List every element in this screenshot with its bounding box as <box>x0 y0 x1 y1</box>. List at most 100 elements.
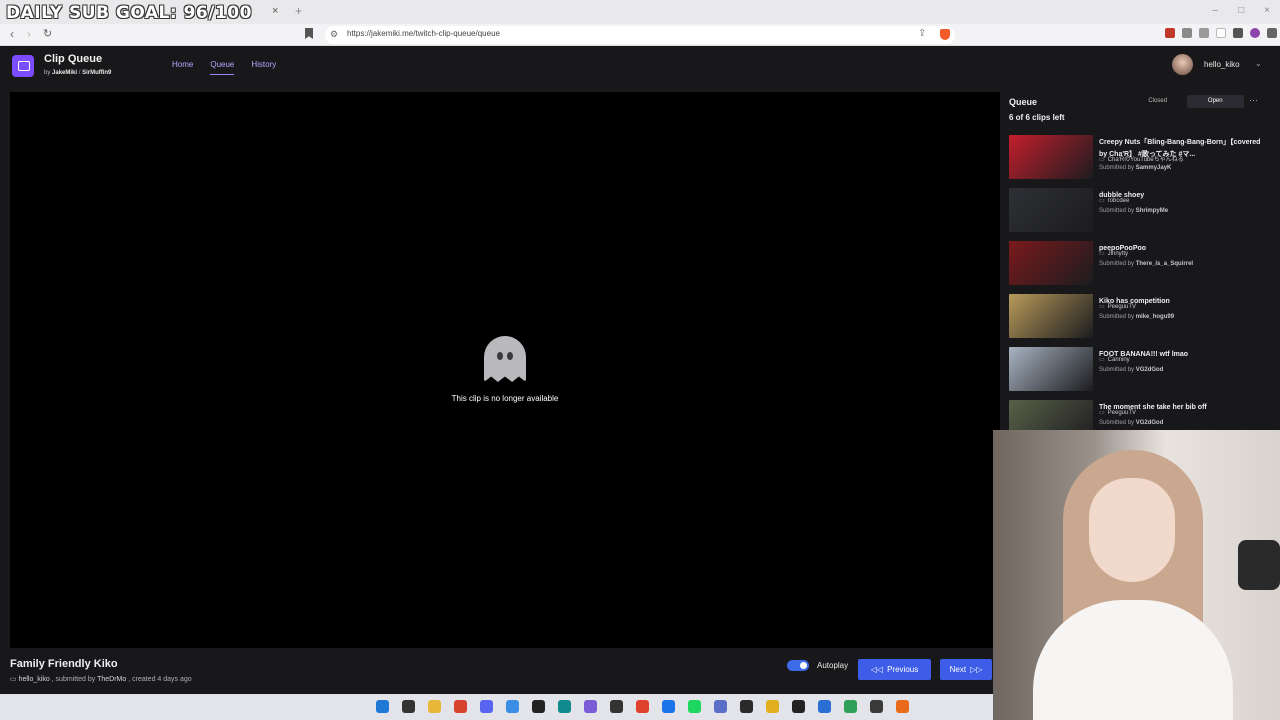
share-icon[interactable]: ⇪ <box>918 28 926 39</box>
nav-history[interactable]: History <box>251 60 276 75</box>
queue-open-button[interactable]: Open <box>1186 95 1244 108</box>
bookmark-icon[interactable] <box>305 28 313 39</box>
sidebar-icon[interactable] <box>1216 28 1226 38</box>
queue-item[interactable]: Creepy Nuts「Bling-Bang-Bang-Born」【covere… <box>1009 135 1271 188</box>
taskbar-app-icon[interactable] <box>610 700 623 713</box>
credit-author-sirmuffin[interactable]: SirMuffin9 <box>82 70 111 76</box>
clip-player[interactable]: This clip is no longer available <box>10 92 1000 648</box>
taskbar-app-icon[interactable] <box>870 700 883 713</box>
queue-state-toggle: Closed Open <box>1129 95 1244 108</box>
extensions-puzzle-icon[interactable] <box>1182 28 1192 38</box>
nav-home[interactable]: Home <box>172 60 193 75</box>
forward-icon[interactable]: › <box>27 27 31 41</box>
autoplay-toggle[interactable] <box>787 660 809 671</box>
queue-item-channel: ▭ Jinnytty <box>1099 251 1129 257</box>
queue-item-submitter: Submitted by VG2dGod <box>1099 420 1164 426</box>
queue-item-channel: ▭ robcdee <box>1099 198 1130 204</box>
taskbar-app-icon[interactable] <box>480 700 493 713</box>
autoplay-label: Autoplay <box>817 661 849 670</box>
extension-icons <box>1165 28 1277 38</box>
taskbar-app-icon[interactable] <box>402 700 415 713</box>
clip-queue-logo-icon[interactable] <box>12 55 34 77</box>
ghost-icon <box>484 336 526 382</box>
taskbar-app-icon[interactable] <box>558 700 571 713</box>
next-button[interactable]: Next ▷▷ <box>940 659 992 680</box>
site-info-icon[interactable]: ⚙ <box>330 29 338 40</box>
taskbar-app-icon[interactable] <box>896 700 909 713</box>
menu-icon[interactable] <box>1267 28 1277 38</box>
close-window-icon[interactable]: × <box>1264 5 1270 16</box>
nav-queue[interactable]: Queue <box>210 60 235 75</box>
brave-shields-icon[interactable] <box>940 29 950 40</box>
clip-title: Family Friendly Kiko <box>10 658 118 670</box>
submitted-by-label: , submitted by <box>51 676 96 683</box>
minimize-icon[interactable]: – <box>1213 5 1219 16</box>
taskbar-app-icon[interactable] <box>766 700 779 713</box>
reload-icon[interactable]: ↻ <box>43 27 52 40</box>
previous-label: Previous <box>887 665 919 674</box>
app-header: Clip Queue by JakeMiki / SirMuffin9 Home… <box>0 47 1280 85</box>
back-icon[interactable]: ‹ <box>10 27 14 41</box>
taskbar-app-icon[interactable] <box>506 700 519 713</box>
queue-item[interactable]: The moment she take her bib off ▭ PeeguuTV… <box>1009 400 1271 430</box>
credit-separator: / <box>78 70 81 76</box>
app-credit: by JakeMiki / SirMuffin9 <box>44 70 111 76</box>
queue-item[interactable]: peepoPooPoo ▭ Jinnytty Submitted by There_i… <box>1009 241 1271 294</box>
split-view-icon[interactable] <box>1233 28 1243 38</box>
queue-item-channel: ▭ PeeguuTV <box>1099 304 1137 310</box>
taskbar-app-icon[interactable] <box>688 700 701 713</box>
queue-item-submitter: Submitted by SammyJayK <box>1099 165 1172 171</box>
credit-author-jakemiki[interactable]: JakeMiki <box>52 70 77 76</box>
queue-item[interactable]: dubble shoey ▭ robcdee Submitted by Shrimpy… <box>1009 188 1271 241</box>
new-tab-icon[interactable]: + <box>295 4 302 18</box>
username[interactable]: hello_kiko <box>1204 60 1240 69</box>
extension-icon[interactable] <box>1165 28 1175 38</box>
previous-button[interactable]: ◁◁ Previous <box>858 659 931 680</box>
clip-unavailable-message: This clip is no longer available <box>451 394 559 403</box>
clip-meta: ▭ hello_kiko , submitted by TheDrMo , cr… <box>10 675 192 683</box>
clip-thumbnail[interactable] <box>1009 188 1093 232</box>
twitch-icon: ▭ <box>1099 251 1105 257</box>
clip-thumbnail[interactable] <box>1009 294 1093 338</box>
taskbar-app-icon[interactable] <box>636 700 649 713</box>
taskbar-app-icon[interactable] <box>662 700 675 713</box>
url-text[interactable]: https://jakemiki.me/twitch-clip-queue/qu… <box>347 29 500 38</box>
clips-left-count: 6 of 6 clips left <box>1009 113 1065 122</box>
twitch-icon: ▭ <box>1099 410 1105 416</box>
tab-close-icon[interactable]: × <box>272 5 278 17</box>
taskbar-app-icon[interactable] <box>584 700 597 713</box>
twitch-icon: ▭ <box>1099 198 1105 204</box>
chevron-down-icon[interactable]: ⌄ <box>1255 59 1262 68</box>
taskbar-app-icon[interactable] <box>714 700 727 713</box>
queue-closed-button[interactable]: Closed <box>1129 95 1187 108</box>
taskbar-app-icon[interactable] <box>454 700 467 713</box>
taskbar-app-icon[interactable] <box>792 700 805 713</box>
queue-item[interactable]: Kiko has competition ▭ PeeguuTV Submitted b… <box>1009 294 1271 347</box>
queue-item-submitter: Submitted by There_is_a_Squirrel <box>1099 261 1194 267</box>
profile-icon[interactable] <box>1250 28 1260 38</box>
fast-forward-icon: ▷▷ <box>970 665 983 674</box>
queue-list: Creepy Nuts「Bling-Bang-Bang-Born」【covere… <box>1009 135 1271 430</box>
taskbar-app-icon[interactable] <box>818 700 831 713</box>
rewind-icon: ◁◁ <box>870 665 884 674</box>
maximize-icon[interactable]: □ <box>1238 5 1244 16</box>
taskbar-app-icon[interactable] <box>532 700 545 713</box>
twitch-icon: ▭ <box>10 676 17 683</box>
webcam-microphone <box>1238 540 1280 590</box>
clip-thumbnail[interactable] <box>1009 135 1093 179</box>
more-options-icon[interactable]: ⋯ <box>1249 95 1258 106</box>
taskbar-app-icon[interactable] <box>844 700 857 713</box>
taskbar-app-icon[interactable] <box>740 700 753 713</box>
clip-thumbnail[interactable] <box>1009 400 1093 430</box>
clip-thumbnail[interactable] <box>1009 241 1093 285</box>
clip-created: , created 4 days ago <box>128 676 192 683</box>
queue-item-submitter: Submitted by ShrimpyMe <box>1099 208 1169 214</box>
wallet-icon[interactable] <box>1199 28 1209 38</box>
queue-title: Queue <box>1009 97 1038 107</box>
avatar[interactable] <box>1172 54 1193 75</box>
clip-channel[interactable]: hello_kiko <box>19 676 50 683</box>
clip-thumbnail[interactable] <box>1009 347 1093 391</box>
taskbar-app-icon[interactable] <box>428 700 441 713</box>
taskbar-app-icon[interactable] <box>376 700 389 713</box>
queue-item[interactable]: FOOT BANANA!!! wtf lmao ▭ Canniny Submitted… <box>1009 347 1271 400</box>
